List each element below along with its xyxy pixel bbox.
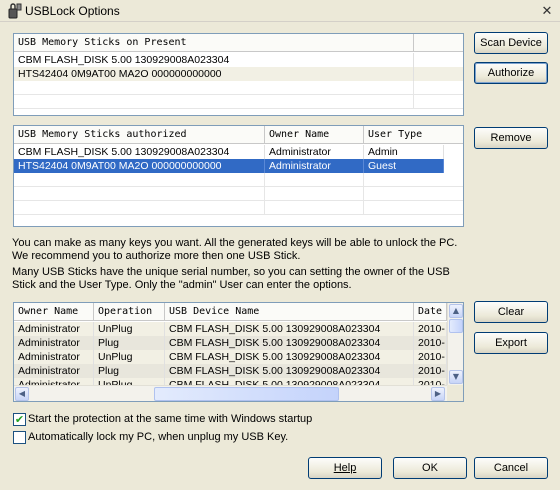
help-button[interactable]: Help [308, 457, 382, 479]
clear-button[interactable]: Clear [474, 301, 548, 323]
info-text-line-4: Stick and the User Type. Only the "admin… [12, 279, 352, 291]
startup-protection-label: Start the protection at the same time wi… [28, 413, 313, 425]
list-item[interactable]: CBM FLASH_DISK 5.00 130929008A023304 [14, 53, 463, 67]
device-name: CBM FLASH_DISK 5.00 130929008A023304 [165, 322, 414, 336]
window-title: USBLock Options [25, 4, 120, 18]
operation: Plug [94, 336, 165, 350]
user-type: Guest [364, 159, 444, 173]
user-type: Admin [364, 145, 444, 159]
authorized-devices-list[interactable]: USB Memory Sticks authorized Owner Name … [13, 125, 464, 227]
table-row[interactable]: Administrator Plug CBM FLASH_DISK 5.00 1… [14, 336, 447, 350]
operation: UnPlug [94, 322, 165, 336]
device-name: CBM FLASH_DISK 5.00 130929008A023304 [165, 364, 414, 378]
column-header-operation[interactable]: Operation [94, 303, 165, 321]
authorize-button[interactable]: Authorize [474, 62, 548, 84]
export-button[interactable]: Export [474, 332, 548, 354]
empty-row [14, 187, 463, 201]
usb-lock-app-icon [8, 3, 22, 19]
info-text-line-3: Many USB Sticks have the unique serial n… [12, 266, 450, 278]
device-name: HTS42404 0M9AT00 MA2O 000000000000 [14, 159, 265, 173]
scrollbar-corner [447, 385, 463, 401]
help-button-label: Help [333, 462, 357, 474]
empty-row [14, 173, 463, 187]
column-header-owner[interactable]: Owner Name [14, 303, 94, 321]
column-header-present[interactable]: USB Memory Sticks on Present [14, 34, 414, 52]
column-header-device[interactable]: USB Memory Sticks authorized [14, 126, 265, 144]
table-row[interactable]: Administrator UnPlug CBM FLASH_DISK 5.00… [14, 350, 447, 364]
owner-name: Administrator [14, 364, 94, 378]
operation: Plug [94, 364, 165, 378]
empty-row [14, 201, 463, 215]
column-header-date[interactable]: Date [414, 303, 447, 321]
horizontal-scrollbar[interactable]: ◀ ▶ [14, 385, 447, 401]
vertical-scroll-thumb[interactable] [449, 319, 463, 333]
owner-name: Administrator [14, 336, 94, 350]
scroll-left-icon[interactable]: ◀ [15, 387, 29, 401]
autolock-label: Automatically lock my PC, when unplug my… [28, 431, 289, 443]
date: 2010- [414, 350, 447, 364]
empty-row [14, 95, 463, 109]
autolock-checkbox[interactable] [13, 431, 26, 444]
vertical-scrollbar[interactable]: ▲ ▼ [447, 303, 463, 385]
scroll-up-icon[interactable]: ▲ [449, 304, 463, 318]
date: 2010- [414, 322, 447, 336]
column-header-user-type[interactable]: User Type [364, 126, 463, 144]
scan-device-button[interactable]: Scan Device [474, 32, 548, 54]
device-name: CBM FLASH_DISK 5.00 130929008A023304 [165, 350, 414, 364]
date: 2010- [414, 364, 447, 378]
date: 2010- [414, 336, 447, 350]
device-name: CBM FLASH_DISK 5.00 130929008A023304 [14, 145, 265, 159]
owner-name: Administrator [265, 159, 364, 173]
owner-name: Administrator [14, 350, 94, 364]
column-header-owner[interactable]: Owner Name [265, 126, 364, 144]
present-devices-list[interactable]: USB Memory Sticks on Present CBM FLASH_D… [13, 33, 464, 116]
column-header-device[interactable]: USB Device Name [165, 303, 414, 321]
table-row[interactable]: Administrator UnPlug CBM FLASH_DISK 5.00… [14, 322, 447, 336]
empty-row [14, 81, 463, 95]
device-name: CBM FLASH_DISK 5.00 130929008A023304 [165, 336, 414, 350]
close-icon[interactable]: ✕ [538, 2, 556, 20]
column-header-blank [414, 34, 463, 52]
title-bar: USBLock Options ✕ [0, 0, 560, 22]
owner-name: Administrator [14, 322, 94, 336]
list-item[interactable]: HTS42404 0M9AT00 MA2O 000000000000 [14, 67, 463, 81]
info-text-line-2: We recommend you to authorize more then … [12, 250, 301, 262]
horizontal-scroll-thumb[interactable] [154, 387, 339, 401]
scroll-down-icon[interactable]: ▼ [449, 370, 463, 384]
cancel-button[interactable]: Cancel [474, 457, 548, 479]
device-name: HTS42404 0M9AT00 MA2O 000000000000 [14, 67, 414, 81]
operation: UnPlug [94, 350, 165, 364]
startup-protection-checkbox[interactable]: ✔ [13, 413, 26, 426]
info-text-line-1: You can make as many keys you want. All … [12, 237, 458, 249]
usage-log-table[interactable]: Owner Name Operation USB Device Name Dat… [13, 302, 464, 402]
owner-name: Administrator [265, 145, 364, 159]
ok-button[interactable]: OK [393, 457, 467, 479]
scroll-right-icon[interactable]: ▶ [431, 387, 445, 401]
table-row[interactable]: CBM FLASH_DISK 5.00 130929008A023304 Adm… [14, 145, 463, 159]
device-name: CBM FLASH_DISK 5.00 130929008A023304 [14, 53, 414, 67]
table-row[interactable]: Administrator Plug CBM FLASH_DISK 5.00 1… [14, 364, 447, 378]
table-row-selected[interactable]: HTS42404 0M9AT00 MA2O 000000000000 Admin… [14, 159, 444, 173]
remove-button[interactable]: Remove [474, 127, 548, 149]
